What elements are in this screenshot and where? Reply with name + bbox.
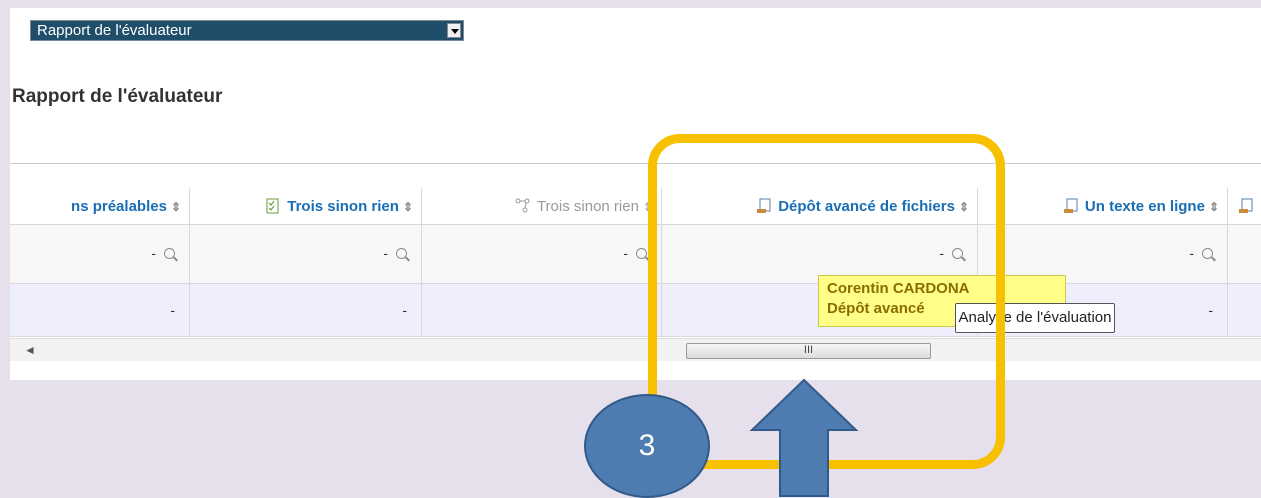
column-header-label: ns préalables [71,198,167,215]
cell-value: - [383,245,388,261]
column-header[interactable]: ns préalables ⇕ [10,188,190,224]
table-header-row: ns préalables ⇕ Trois sinon rien ⇕ Trois s… [10,188,1261,225]
column-header[interactable]: Trois sinon rien ⇕ [422,188,662,224]
column-header-label: Trois sinon rien [287,198,399,215]
cell-value: - [170,302,175,318]
column-header[interactable] [1228,188,1261,224]
divider [10,163,1261,164]
scroll-left-icon[interactable]: ◄ [24,343,36,357]
assignment-icon [1063,198,1078,213]
search-icon[interactable] [636,248,647,259]
column-header-label: Un texte en ligne [1084,198,1205,215]
cell-value: - [151,245,156,261]
cell-value: - [402,302,407,318]
search-icon[interactable] [396,248,407,259]
sort-icon[interactable]: ⇕ [403,200,413,214]
column-header[interactable]: Un texte en ligne ⇕ [978,188,1228,224]
assignment-icon [1239,198,1253,213]
search-icon[interactable] [1202,248,1213,259]
workshop-icon [515,198,530,213]
column-header[interactable]: Trois sinon rien ⇕ [190,188,422,224]
sort-icon[interactable]: ⇕ [171,200,181,214]
cell-value: - [1208,302,1213,318]
cell-value: - [1189,245,1194,261]
report-select[interactable]: Rapport de l'évaluateur [30,20,464,41]
horizontal-scrollbar[interactable]: ◄ III [10,338,1261,361]
column-header-label: Trois sinon rien [536,198,639,215]
quiz-icon [266,198,279,214]
sort-icon[interactable]: ⇕ [1209,200,1219,214]
report-select-value: Rapport de l'évaluateur [37,22,192,39]
cell-value: - [623,245,628,261]
chevron-down-icon[interactable] [447,23,461,38]
page-title: Rapport de l'évaluateur [12,86,223,107]
step-badge: 3 [584,394,710,498]
search-icon[interactable] [164,248,175,259]
filter-row: - - - - - [10,225,1261,284]
up-arrow-icon [749,378,859,497]
